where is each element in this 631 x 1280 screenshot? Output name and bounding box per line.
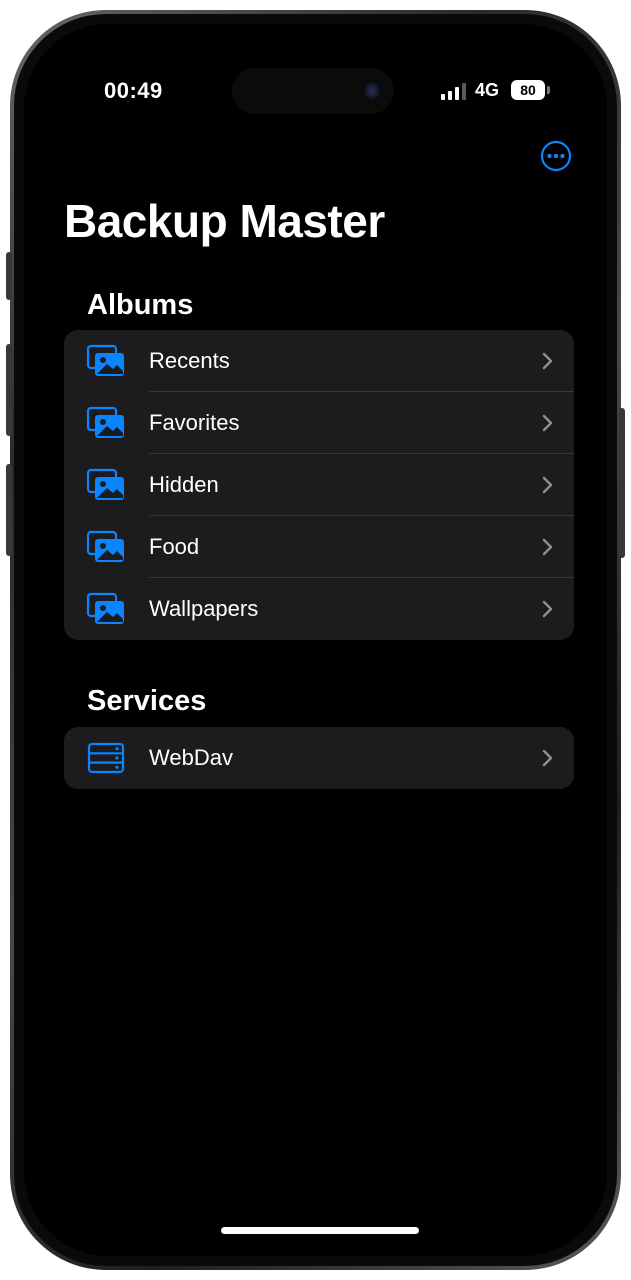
front-camera-icon: [364, 83, 380, 99]
cellular-signal-icon: [441, 83, 467, 100]
power-button: [619, 408, 625, 558]
screen: 00:49 4G 80 Backup Master Albums Recents…: [24, 24, 607, 1256]
albums-header: Albums: [87, 289, 194, 321]
action-button: [6, 252, 12, 300]
service-row-webdav[interactable]: WebDav: [64, 727, 574, 789]
chevron-right-icon: [542, 749, 553, 767]
bezel: 00:49 4G 80 Backup Master Albums Recents…: [14, 14, 617, 1266]
photo-stack-icon: [86, 344, 124, 376]
battery-icon: 80: [511, 80, 545, 100]
more-options-button[interactable]: [540, 140, 572, 172]
status-time: 00:49: [104, 78, 163, 103]
chevron-right-icon: [542, 414, 553, 432]
photo-stack-icon: [86, 592, 124, 624]
album-row-food[interactable]: Food: [64, 516, 574, 578]
album-label: Hidden: [149, 472, 219, 497]
page-title: Backup Master: [64, 195, 385, 247]
ellipsis-circle-icon: [540, 140, 572, 172]
server-rack-icon: [87, 742, 125, 774]
photo-stack-icon: [86, 468, 124, 500]
photo-stack-icon: [86, 530, 124, 562]
album-label: Wallpapers: [149, 596, 259, 621]
battery-nub: [547, 86, 550, 94]
chevron-right-icon: [542, 600, 553, 618]
chevron-right-icon: [542, 476, 553, 494]
chevron-right-icon: [542, 538, 553, 556]
phone-frame: 00:49 4G 80 Backup Master Albums Recents…: [6, 10, 625, 1270]
album-row-favorites[interactable]: Favorites: [64, 392, 574, 454]
album-label: Food: [149, 534, 200, 559]
volume-up-button: [6, 344, 12, 436]
album-label: Favorites: [149, 410, 240, 435]
album-row-hidden[interactable]: Hidden: [64, 454, 574, 516]
album-row-recents[interactable]: Recents: [64, 330, 574, 392]
chevron-right-icon: [542, 352, 553, 370]
album-label: Recents: [149, 348, 230, 373]
home-indicator[interactable]: [221, 1227, 419, 1234]
volume-down-button: [6, 464, 12, 556]
services-header: Services: [87, 685, 207, 717]
service-label: WebDav: [149, 745, 233, 770]
album-row-wallpapers[interactable]: Wallpapers: [64, 578, 574, 640]
photo-stack-icon: [86, 406, 124, 438]
services-list: WebDav: [64, 727, 574, 789]
albums-list: Recents Favorites Hidden Food Wallpapers: [64, 330, 574, 640]
network-type: 4G: [475, 80, 500, 100]
